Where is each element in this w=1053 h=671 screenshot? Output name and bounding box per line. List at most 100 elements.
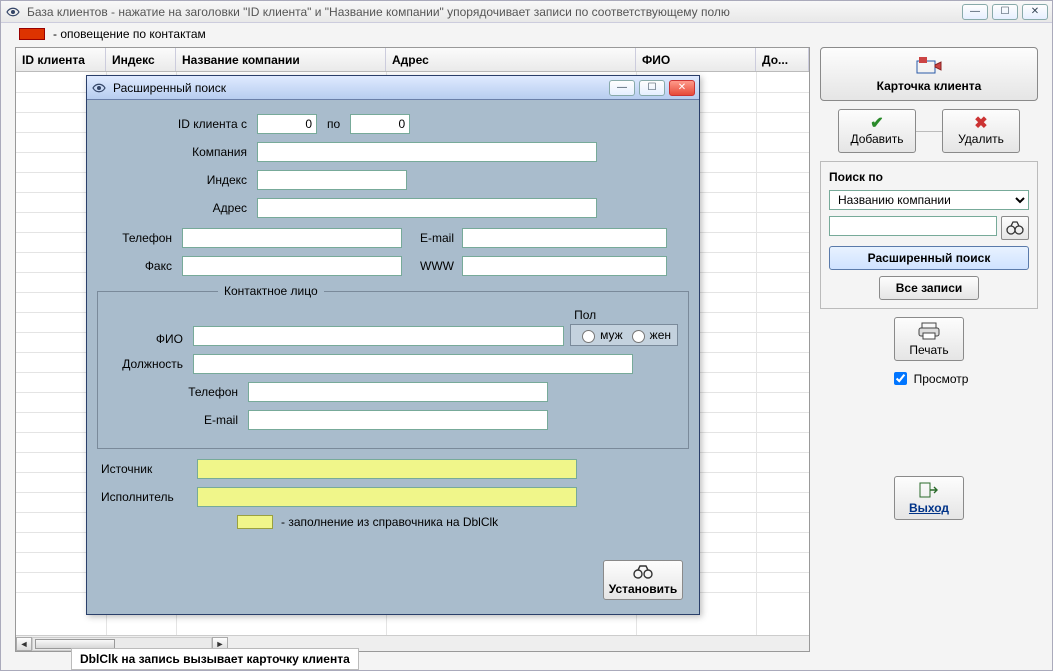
- id-from-label: ID клиента с: [97, 117, 257, 131]
- fax-label: Факс: [97, 259, 182, 273]
- col-header-index[interactable]: Индекс: [106, 48, 176, 71]
- exit-label: Выход: [909, 501, 949, 515]
- legend-row: - оповещение по контактам: [1, 23, 1052, 45]
- client-card-label: Карточка клиента: [877, 79, 982, 93]
- contact-phone-label: Телефон: [108, 385, 248, 399]
- www-input[interactable]: [462, 256, 667, 276]
- contact-legend: Контактное лицо: [218, 284, 324, 298]
- grid-footer-hint: DblClk на запись вызывает карточку клиен…: [71, 648, 359, 670]
- executor-label: Исполнитель: [97, 490, 197, 504]
- search-go-button[interactable]: [1001, 216, 1029, 240]
- search-by-select[interactable]: Названию компании: [829, 190, 1029, 210]
- www-label: WWW: [402, 259, 462, 273]
- close-button[interactable]: ✕: [1022, 4, 1048, 20]
- dialog-title-bar: Расширенный поиск — ☐ ✕: [87, 76, 699, 100]
- legend-text: - оповещение по контактам: [53, 27, 206, 41]
- address-input[interactable]: [257, 198, 597, 218]
- dblclk-hint: - заполнение из справочника на DblClk: [281, 515, 498, 529]
- gender-label: Пол: [574, 308, 596, 322]
- exit-button[interactable]: Выход: [894, 476, 964, 520]
- maximize-button[interactable]: ☐: [992, 4, 1018, 20]
- dialog-minimize-button[interactable]: —: [609, 80, 635, 96]
- grid-header: ID клиента Индекс Название компании Адре…: [16, 48, 809, 72]
- email-input[interactable]: [462, 228, 667, 248]
- main-window: База клиентов - нажатие на заголовки "ID…: [0, 0, 1053, 671]
- col-header-company[interactable]: Название компании: [176, 48, 386, 71]
- cross-icon: ✖: [974, 116, 987, 132]
- gender-female-label: жен: [650, 328, 671, 342]
- all-records-label: Все записи: [896, 281, 963, 295]
- dialog-maximize-button[interactable]: ☐: [639, 80, 665, 96]
- dialog-icon: [91, 80, 107, 96]
- all-records-button[interactable]: Все записи: [879, 276, 979, 300]
- col-header-id[interactable]: ID клиента: [16, 48, 106, 71]
- index-label: Индекс: [97, 173, 257, 187]
- id-from-input[interactable]: [257, 114, 317, 134]
- delete-button[interactable]: ✖ Удалить: [942, 109, 1020, 153]
- preview-label: Просмотр: [914, 372, 969, 386]
- fax-input[interactable]: [182, 256, 402, 276]
- gender-male-radio[interactable]: [582, 330, 595, 343]
- contact-fieldset: Контактное лицо ФИО Пол муж: [97, 284, 689, 449]
- binoculars-icon: [1006, 221, 1024, 235]
- id-to-input[interactable]: [350, 114, 410, 134]
- client-card-button[interactable]: Карточка клиента: [820, 47, 1038, 101]
- scroll-left-button[interactable]: ◄: [16, 637, 32, 651]
- main-title-bar: База клиентов - нажатие на заголовки "ID…: [1, 1, 1052, 23]
- email-label: E-mail: [402, 231, 462, 245]
- col-header-address[interactable]: Адрес: [386, 48, 636, 71]
- printer-icon: [918, 322, 940, 343]
- window-title: База клиентов - нажатие на заголовки "ID…: [27, 5, 730, 19]
- source-label: Источник: [97, 462, 197, 476]
- grid-footer-hint-text: DblClk на запись вызывает карточку клиен…: [80, 652, 350, 666]
- contact-phone-input[interactable]: [248, 382, 548, 402]
- position-input[interactable]: [193, 354, 633, 374]
- advanced-search-button[interactable]: Расширенный поиск: [829, 246, 1029, 270]
- card-icon: [916, 55, 942, 79]
- col-header-position[interactable]: До...: [756, 48, 809, 71]
- gender-female-option[interactable]: жен: [627, 327, 671, 343]
- search-by-label: Поиск по: [829, 170, 1029, 184]
- search-group: Поиск по Названию компании Расш: [820, 161, 1038, 309]
- contact-email-label: E-mail: [108, 413, 248, 427]
- col-header-fio[interactable]: ФИО: [636, 48, 756, 71]
- add-label: Добавить: [850, 132, 903, 146]
- app-icon: [5, 4, 21, 20]
- advanced-search-dialog: Расширенный поиск — ☐ ✕ ID клиента с по …: [86, 75, 700, 615]
- company-label: Компания: [97, 145, 257, 159]
- minimize-button[interactable]: —: [962, 4, 988, 20]
- position-label: Должность: [108, 357, 193, 371]
- preview-checkbox-row[interactable]: Просмотр: [890, 369, 969, 388]
- check-icon: ✔: [870, 116, 883, 132]
- gender-male-option[interactable]: муж: [577, 327, 623, 343]
- binoculars-icon: [633, 565, 653, 582]
- company-input[interactable]: [257, 142, 597, 162]
- dblclk-legend: - заполнение из справочника на DblClk: [237, 515, 689, 529]
- preview-checkbox[interactable]: [894, 372, 907, 385]
- install-label: Установить: [609, 582, 678, 596]
- dialog-title: Расширенный поиск: [113, 81, 226, 95]
- contact-email-input[interactable]: [248, 410, 548, 430]
- install-button[interactable]: Установить: [603, 560, 683, 600]
- dialog-body: ID клиента с по Компания Индекс Адрес: [87, 100, 699, 614]
- address-label: Адрес: [97, 201, 257, 215]
- source-input[interactable]: [197, 459, 577, 479]
- print-label: Печать: [909, 343, 948, 357]
- print-button[interactable]: Печать: [894, 317, 964, 361]
- delete-label: Удалить: [958, 132, 1004, 146]
- id-to-label: по: [317, 117, 350, 131]
- index-input[interactable]: [257, 170, 407, 190]
- dialog-close-button[interactable]: ✕: [669, 80, 695, 96]
- add-button[interactable]: ✔ Добавить: [838, 109, 916, 153]
- sidebar: Карточка клиента ✔ Добавить ✖ Удалить По…: [820, 47, 1038, 652]
- legend-swatch-yellow: [237, 515, 273, 529]
- gender-female-radio[interactable]: [632, 330, 645, 343]
- legend-swatch-red: [19, 28, 45, 40]
- phone-input[interactable]: [182, 228, 402, 248]
- search-input[interactable]: [829, 216, 997, 236]
- phone-label: Телефон: [97, 231, 182, 245]
- fio-input[interactable]: [193, 326, 564, 346]
- executor-input[interactable]: [197, 487, 577, 507]
- exit-icon: [919, 482, 939, 501]
- scroll-thumb[interactable]: [35, 639, 115, 649]
